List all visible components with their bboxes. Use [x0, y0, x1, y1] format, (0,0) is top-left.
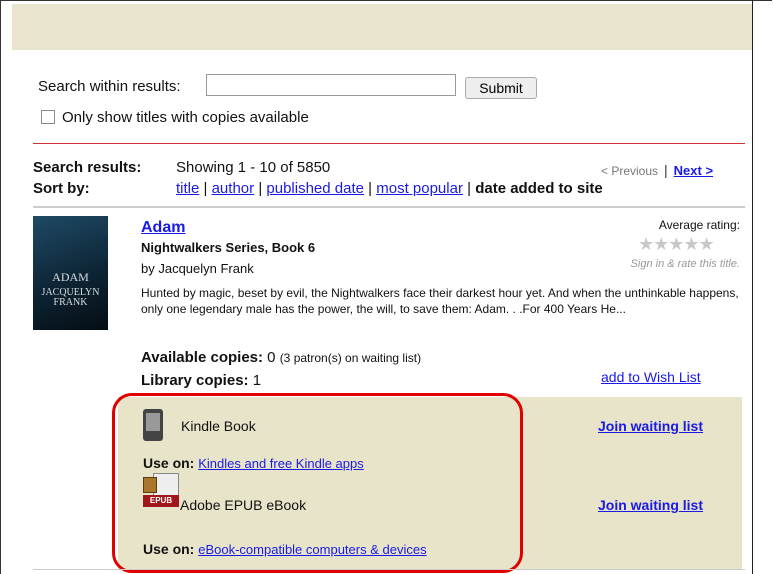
top-banner [12, 4, 752, 50]
pager-separator: | [664, 162, 668, 178]
pager: < Previous | Next > [601, 162, 713, 178]
rating-stars-icon: ★★★★★ [638, 234, 715, 254]
cover-author: JACQUELYN FRANK [41, 287, 100, 308]
sort-current: date added to site [475, 180, 603, 197]
available-copies: Available copies: 0 (3 patron(s) on wait… [141, 349, 421, 366]
sort-separator: | [203, 180, 208, 197]
only-available-checkbox[interactable] [41, 110, 55, 124]
available-copies-value: 0 [267, 349, 276, 366]
right-border [752, 0, 753, 574]
row-separator [33, 206, 745, 208]
sort-options: title | author | published date | most p… [176, 180, 603, 197]
sort-author-link[interactable]: author [212, 180, 255, 197]
join-waiting-list-kindle-link[interactable]: Join waiting list [598, 418, 703, 434]
submit-button[interactable]: Submit [465, 77, 537, 99]
book-series: Nightwalkers Series, Book 6 [141, 240, 316, 255]
book-author: by Jacquelyn Frank [141, 261, 254, 276]
search-within-input[interactable] [206, 74, 456, 96]
highlight-box [112, 393, 523, 573]
library-copies-label: Library copies: [141, 372, 249, 389]
join-waiting-list-epub-link[interactable]: Join waiting list [598, 497, 703, 513]
sign-in-rate-link[interactable]: Sign in & rate this title. [592, 258, 740, 270]
sort-published-date-link[interactable]: published date [266, 180, 364, 197]
only-available-label: Only show titles with copies available [62, 109, 309, 126]
bottom-separator [33, 569, 745, 570]
book-title-link[interactable]: Adam [141, 219, 185, 237]
sort-separator: | [258, 180, 263, 197]
library-copies-value: 1 [252, 372, 262, 389]
add-to-wish-list-link[interactable]: add to Wish List [601, 369, 701, 385]
previous-link[interactable]: < Previous [601, 164, 658, 178]
divider [33, 143, 745, 144]
waiting-list-note: (3 patron(s) on waiting list) [279, 351, 422, 365]
search-results-label: Search results: [33, 159, 142, 176]
sort-most-popular-link[interactable]: most popular [376, 180, 463, 197]
search-within-label: Search within results: [38, 78, 181, 95]
results-count: Showing 1 - 10 of 5850 [176, 159, 331, 176]
average-rating-label: Average rating: [658, 218, 740, 232]
cover-title: ADAM [52, 270, 89, 284]
book-cover[interactable]: ADAM JACQUELYN FRANK [33, 216, 108, 330]
library-copies: Library copies: 1 [141, 372, 261, 389]
sort-by-label: Sort by: [33, 180, 90, 197]
available-copies-label: Available copies: [141, 349, 263, 366]
book-description: Hunted by magic, beset by evil, the Nigh… [141, 286, 739, 316]
sort-title-link[interactable]: title [176, 180, 199, 197]
sort-separator: | [467, 180, 472, 197]
sort-separator: | [368, 180, 373, 197]
next-link[interactable]: Next > [674, 163, 713, 178]
